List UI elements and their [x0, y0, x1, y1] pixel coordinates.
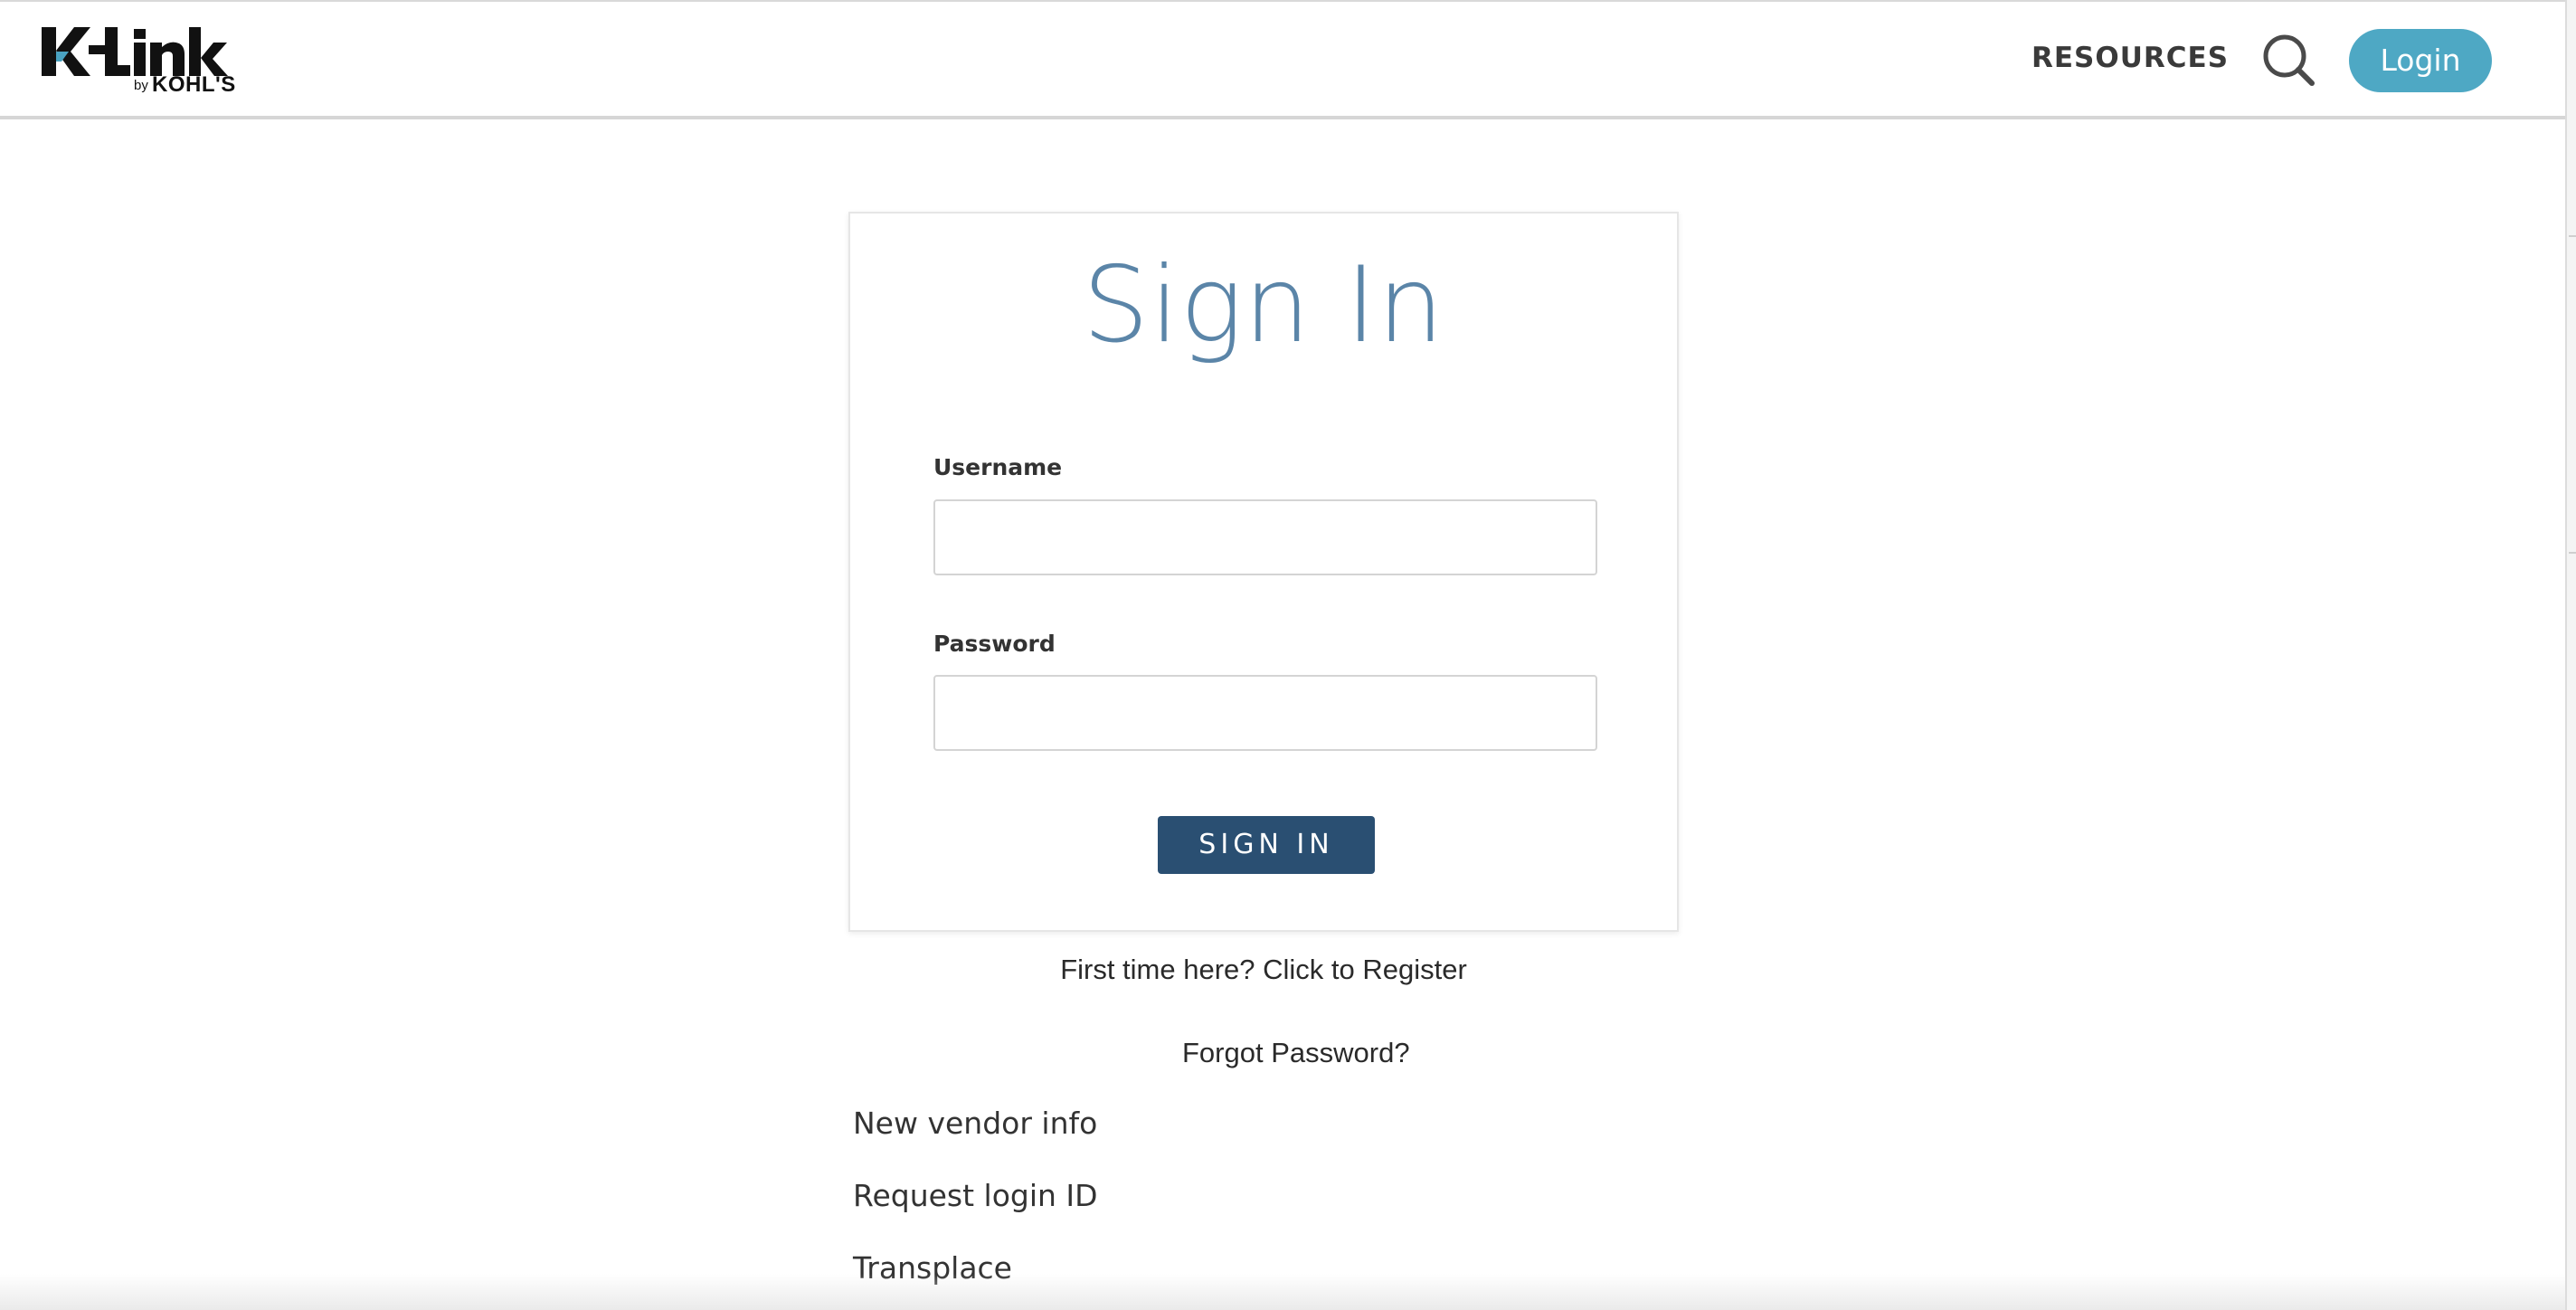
password-label: Password	[933, 631, 1056, 657]
page-scrollbar[interactable]	[2565, 0, 2576, 1310]
username-label: Username	[933, 454, 1063, 480]
register-link[interactable]: First time here? Click to Register	[848, 954, 1679, 986]
request-login-id-link[interactable]: Request login ID	[853, 1178, 1098, 1213]
nav-resources-link[interactable]: RESOURCES	[2031, 42, 2229, 74]
scrollbar-tick	[2569, 552, 2576, 554]
scrollbar-tick	[2569, 235, 2576, 237]
username-input[interactable]	[933, 499, 1597, 575]
signin-title: Sign In	[1082, 244, 1445, 366]
transplace-link[interactable]: Transplace	[853, 1250, 1012, 1286]
signin-button[interactable]: SIGN IN	[1158, 816, 1375, 874]
bottom-fade	[0, 1274, 2565, 1310]
k-link-logo[interactable]: by KOHL'S	[42, 25, 264, 101]
logo-by-text: by	[134, 78, 148, 93]
forgot-password-link[interactable]: Forgot Password?	[1182, 1037, 1410, 1069]
site-header: by KOHL'S RESOURCES Login	[0, 0, 2565, 119]
password-input[interactable]	[933, 675, 1597, 751]
new-vendor-info-link[interactable]: New vendor info	[853, 1106, 1097, 1141]
search-icon[interactable]	[2261, 33, 2317, 89]
header-login-button[interactable]: Login	[2349, 29, 2492, 92]
signin-card: Sign In Username Password SIGN IN	[848, 212, 1679, 932]
logo-brand-text: KOHL'S	[152, 72, 236, 97]
